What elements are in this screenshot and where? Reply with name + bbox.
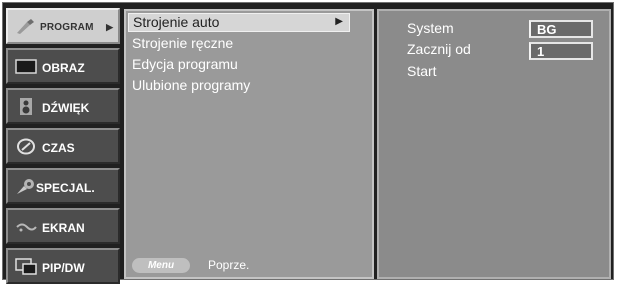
previous-label: Poprze. — [208, 258, 250, 272]
submenu-item-edycja-programu[interactable]: Edycja programu — [132, 56, 238, 72]
picture-icon — [15, 59, 37, 74]
start-button[interactable]: Start — [407, 63, 437, 79]
speaker-icon — [20, 98, 32, 115]
category-program[interactable]: PROGRAM ▶ — [6, 8, 120, 44]
play-arrow-icon: ▶ — [106, 22, 113, 32]
category-label: PROGRAM — [40, 22, 94, 33]
tv-osd-menu: PROGRAM ▶ OBRAZ DŹWIĘK CZAS SPECJAL. EKR… — [2, 2, 614, 284]
submenu-item-strojenie-auto[interactable]: Strojenie auto ▶ — [128, 13, 350, 32]
category-dzwiek[interactable]: DŹWIĘK — [6, 88, 120, 124]
settings-panel: System BG Zacznij od 1 Start — [377, 9, 611, 279]
category-label: OBRAZ — [42, 61, 85, 75]
category-specjal[interactable]: SPECJAL. — [6, 168, 120, 204]
system-label: System — [407, 20, 454, 36]
hint-bar: Menu Poprze. — [130, 257, 368, 275]
category-label: SPECJAL. — [36, 181, 95, 195]
special-icon — [17, 179, 34, 194]
category-obraz[interactable]: OBRAZ — [6, 48, 120, 84]
category-ekran[interactable]: EKRAN — [6, 208, 120, 244]
clock-icon — [17, 138, 35, 155]
system-value-field[interactable]: BG — [529, 20, 593, 38]
category-label: EKRAN — [42, 221, 85, 235]
category-label: CZAS — [42, 141, 75, 155]
category-label: PIP/DW — [42, 261, 85, 275]
screen-icon — [16, 223, 37, 232]
category-label: DŹWIĘK — [42, 101, 90, 115]
submenu-item-ulubione-programy[interactable]: Ulubione programy — [132, 77, 250, 93]
submenu-item-strojenie-reczne[interactable]: Strojenie ręczne — [132, 35, 233, 51]
start-from-value-field[interactable]: 1 — [529, 42, 593, 60]
menu-button[interactable]: Menu — [132, 258, 190, 273]
category-czas[interactable]: CZAS — [6, 128, 120, 164]
start-from-label: Zacznij od — [407, 41, 471, 57]
submenu-item-label: Strojenie auto — [133, 14, 220, 30]
pip-icon — [15, 258, 37, 275]
submenu-panel: Strojenie auto ▶ Strojenie ręczne Edycja… — [124, 9, 374, 279]
program-icon — [17, 19, 34, 34]
play-arrow-icon: ▶ — [335, 16, 343, 27]
category-pip[interactable]: PIP/DW — [6, 248, 120, 284]
category-column: PROGRAM ▶ OBRAZ DŹWIĘK CZAS SPECJAL. EKR… — [6, 8, 120, 284]
